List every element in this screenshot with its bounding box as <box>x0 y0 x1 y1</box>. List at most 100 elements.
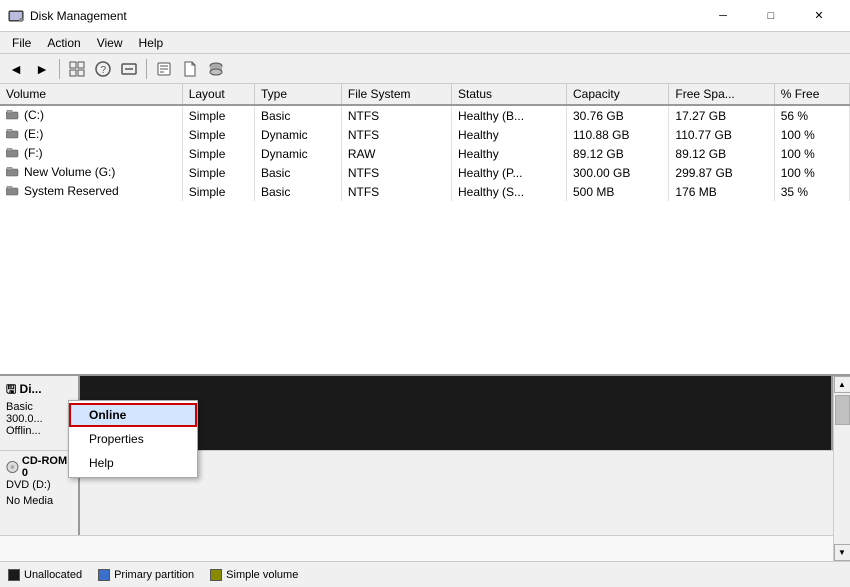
cell-pct: 35 % <box>774 182 849 201</box>
cell-pct: 100 % <box>774 125 849 144</box>
show-grid-button[interactable] <box>65 57 89 81</box>
back-button[interactable]: ◄ <box>4 57 28 81</box>
cell-status: Healthy (P... <box>452 163 567 182</box>
context-menu: Online Properties Help <box>68 400 198 478</box>
cell-layout: Simple <box>182 105 254 125</box>
properties-button[interactable] <box>152 57 176 81</box>
scroll-thumb[interactable] <box>835 395 850 425</box>
disk-button[interactable] <box>204 57 228 81</box>
help-button[interactable]: ? <box>91 57 115 81</box>
cell-pct: 100 % <box>774 163 849 182</box>
col-layout: Layout <box>182 84 254 105</box>
scroll-up[interactable]: ▲ <box>834 376 850 393</box>
cell-volume: (F:) <box>0 144 182 163</box>
menu-action[interactable]: Action <box>39 32 88 53</box>
menu-view[interactable]: View <box>89 32 131 53</box>
toolbar-sep-1 <box>59 59 60 79</box>
cell-type: Dynamic <box>255 125 342 144</box>
maximize-button[interactable]: □ <box>748 0 794 32</box>
legend-box-unallocated <box>8 569 20 581</box>
disk-type-0: Basic <box>6 401 72 413</box>
cdrom-status: No Media <box>6 495 72 507</box>
scroll-down[interactable]: ▼ <box>834 544 850 561</box>
cell-free: 89.12 GB <box>669 144 774 163</box>
legend-label-primary: Primary partition <box>114 569 194 581</box>
legend-unallocated: Unallocated <box>8 569 82 581</box>
cell-capacity: 89.12 GB <box>567 144 669 163</box>
cell-free: 17.27 GB <box>669 105 774 125</box>
document-button[interactable] <box>178 57 202 81</box>
cell-status: Healthy (B... <box>452 105 567 125</box>
context-menu-online[interactable]: Online <box>69 403 197 427</box>
cell-volume: System Reserved <box>0 182 182 201</box>
legend-label-unallocated: Unallocated <box>24 569 82 581</box>
col-type: Type <box>255 84 342 105</box>
table-row[interactable]: (F:) Simple Dynamic RAW Healthy 89.12 GB… <box>0 144 850 163</box>
menu-bar: File Action View Help <box>0 32 850 54</box>
remove-button[interactable] <box>117 57 141 81</box>
table-row[interactable]: New Volume (G:) Simple Basic NTFS Health… <box>0 163 850 182</box>
toolbar-sep-2 <box>146 59 147 79</box>
cell-capacity: 300.00 GB <box>567 163 669 182</box>
cdrom-drive: DVD (D:) <box>6 479 72 491</box>
cell-fs: NTFS <box>341 105 451 125</box>
cell-volume: New Volume (G:) <box>0 163 182 182</box>
table-area[interactable]: Volume Layout Type File System Status Ca… <box>0 84 850 376</box>
table-row[interactable]: (C:) Simple Basic NTFS Healthy (B... 30.… <box>0 105 850 125</box>
legend-box-simple <box>210 569 222 581</box>
cell-free: 299.87 GB <box>669 163 774 182</box>
status-bar: Unallocated Primary partition Simple vol… <box>0 561 850 587</box>
menu-file[interactable]: File <box>4 32 39 53</box>
cell-layout: Simple <box>182 125 254 144</box>
table-row[interactable]: System Reserved Simple Basic NTFS Health… <box>0 182 850 201</box>
col-free: Free Spa... <box>669 84 774 105</box>
minimize-button[interactable]: ─ <box>700 0 746 32</box>
cell-status: Healthy <box>452 144 567 163</box>
title-bar-text: Disk Management <box>30 9 700 23</box>
cell-capacity: 500 MB <box>567 182 669 201</box>
col-pct: % Free <box>774 84 849 105</box>
table-row[interactable]: (E:) Simple Dynamic NTFS Healthy 110.88 … <box>0 125 850 144</box>
context-menu-properties[interactable]: Properties <box>69 427 197 451</box>
cell-type: Dynamic <box>255 144 342 163</box>
context-menu-help[interactable]: Help <box>69 451 197 475</box>
cell-status: Healthy <box>452 125 567 144</box>
cell-volume: (E:) <box>0 125 182 144</box>
col-volume: Volume <box>0 84 182 105</box>
cell-type: Basic <box>255 182 342 201</box>
cell-type: Basic <box>255 105 342 125</box>
title-bar-controls: ─ □ ✕ <box>700 0 842 32</box>
disk-status-0: Offlin... <box>6 425 72 437</box>
cell-pct: 56 % <box>774 105 849 125</box>
cell-free: 110.77 GB <box>669 125 774 144</box>
legend-simple: Simple volume <box>210 569 298 581</box>
cell-fs: RAW <box>341 144 451 163</box>
cdrom-name: CD-ROM 0 <box>6 455 72 479</box>
menu-help[interactable]: Help <box>131 32 172 53</box>
cell-fs: NTFS <box>341 182 451 201</box>
cell-layout: Simple <box>182 163 254 182</box>
cell-layout: Simple <box>182 182 254 201</box>
cell-type: Basic <box>255 163 342 182</box>
title-bar: Disk Management ─ □ ✕ <box>0 0 850 32</box>
scrollbar-vertical[interactable]: ▲ ▼ <box>833 376 850 561</box>
disk-area: ▲ ▼ 🖫 Di... Basic 300.0... Offlin... <box>0 376 850 561</box>
col-status: Status <box>452 84 567 105</box>
forward-button[interactable]: ► <box>30 57 54 81</box>
cell-free: 176 MB <box>669 182 774 201</box>
close-button[interactable]: ✕ <box>796 0 842 32</box>
cell-capacity: 110.88 GB <box>567 125 669 144</box>
disk-size-0: 300.0... <box>6 413 72 425</box>
cell-layout: Simple <box>182 144 254 163</box>
disk-rows: 🖫 Di... Basic 300.0... Offlin... Online … <box>0 376 833 536</box>
cell-volume: (C:) <box>0 105 182 125</box>
disk-name-0: 🖫 Di... <box>6 380 72 401</box>
toolbar: ◄ ► ? <box>0 54 850 84</box>
svg-text:?: ? <box>101 65 107 76</box>
legend-box-primary <box>98 569 110 581</box>
cell-fs: NTFS <box>341 163 451 182</box>
cell-capacity: 30.76 GB <box>567 105 669 125</box>
col-fs: File System <box>341 84 451 105</box>
cell-fs: NTFS <box>341 125 451 144</box>
disk-row-0: 🖫 Di... Basic 300.0... Offlin... Online … <box>0 376 833 451</box>
